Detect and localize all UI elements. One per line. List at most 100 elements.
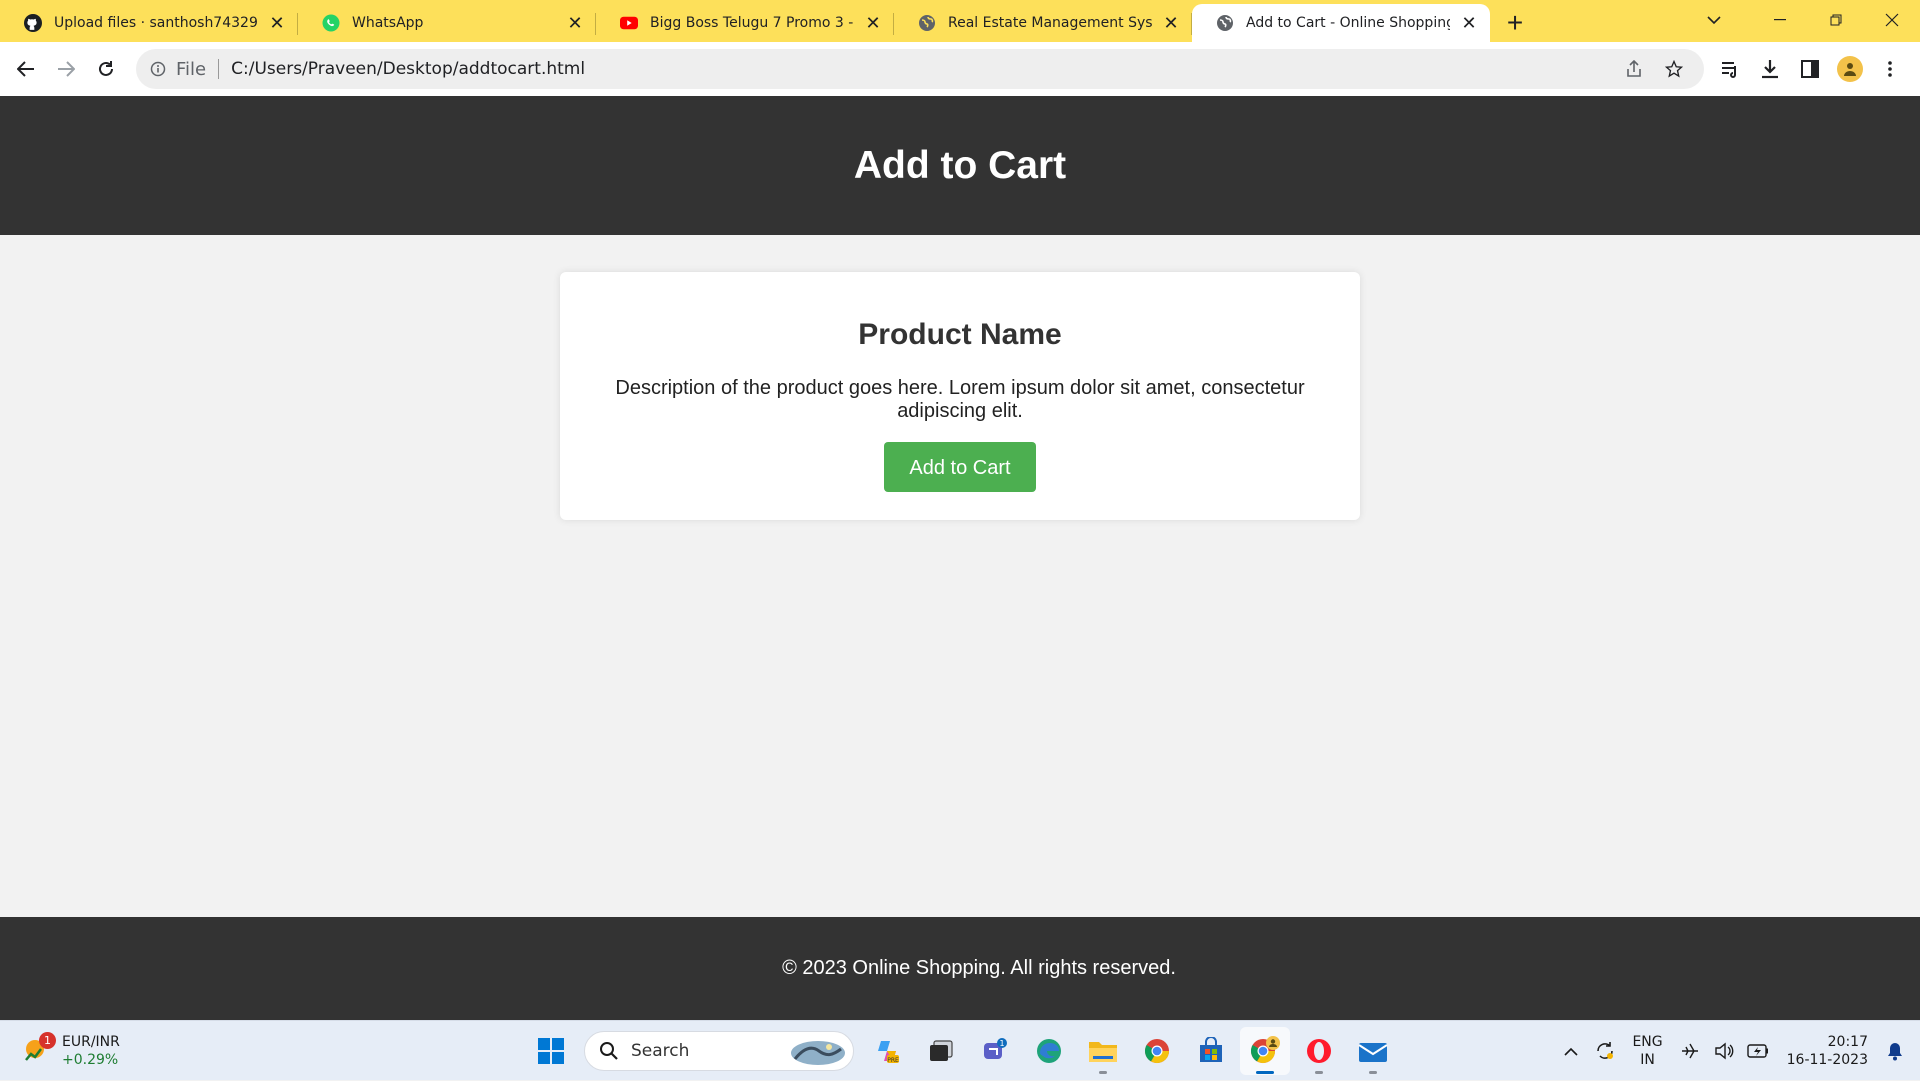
side-panel-button[interactable] xyxy=(1790,49,1830,89)
add-to-cart-button[interactable]: Add to Cart xyxy=(884,442,1036,492)
tab-search-button[interactable] xyxy=(1694,6,1734,34)
sync-icon xyxy=(1597,1042,1614,1059)
start-button[interactable] xyxy=(526,1027,576,1075)
tab-real-estate[interactable]: Real Estate Management System ✕ xyxy=(894,4,1192,42)
more-vert-icon xyxy=(1888,61,1892,77)
search-highlight-icon xyxy=(791,1041,845,1065)
time: 20:17 xyxy=(1827,1034,1868,1050)
plus-icon: + xyxy=(1506,7,1524,38)
tab-github[interactable]: Upload files · santhosh743294/C ✕ xyxy=(0,4,298,42)
chevron-up-icon xyxy=(1564,1047,1579,1056)
chrome-profile-app[interactable] xyxy=(1240,1027,1290,1075)
volume-icon xyxy=(1714,1042,1734,1060)
media-control-button[interactable] xyxy=(1710,49,1750,89)
file-explorer-icon xyxy=(1089,1042,1117,1062)
minimize-icon xyxy=(1774,19,1786,21)
menu-button[interactable] xyxy=(1870,49,1910,89)
page-footer: © 2023 Online Shopping. All rights reser… xyxy=(0,917,1920,1020)
airplane-icon xyxy=(1681,1043,1698,1059)
tab-add-to-cart[interactable]: Add to Cart - Online Shopping ✕ xyxy=(1192,4,1490,42)
airplane-mode-button[interactable] xyxy=(1673,1031,1707,1071)
tab-title: Add to Cart - Online Shopping xyxy=(1246,15,1450,31)
product-description: Description of the product goes here. Lo… xyxy=(615,377,1305,422)
close-icon[interactable]: ✕ xyxy=(1458,12,1480,34)
taskbar-apps: Search PRE 1 xyxy=(524,1027,1400,1075)
teams-icon: 1 xyxy=(984,1038,1007,1059)
reload-button[interactable] xyxy=(86,49,126,89)
product-card: Product Name Description of the product … xyxy=(560,272,1360,520)
teams-app[interactable]: 1 xyxy=(970,1027,1020,1075)
opera-app[interactable] xyxy=(1294,1027,1344,1075)
close-icon[interactable]: ✕ xyxy=(266,12,288,34)
restore-button[interactable] xyxy=(1808,0,1864,40)
chrome-profile-icon xyxy=(1250,1036,1280,1064)
close-window-button[interactable] xyxy=(1864,0,1920,40)
clock[interactable]: 20:17 16-11-2023 xyxy=(1787,1033,1868,1069)
search-label: Search xyxy=(631,1041,690,1061)
github-icon xyxy=(24,14,42,32)
mail-icon xyxy=(1358,1043,1388,1062)
copilot-app[interactable]: PRE xyxy=(862,1027,912,1075)
address-bar[interactable]: File C:/Users/Praveen/Desktop/addtocart.… xyxy=(136,49,1704,89)
new-tab-button[interactable]: + xyxy=(1494,4,1536,42)
globe-icon xyxy=(1216,14,1234,32)
running-indicator xyxy=(1099,1071,1107,1074)
running-indicator xyxy=(1369,1071,1377,1074)
share-button[interactable] xyxy=(1614,49,1654,89)
mail-app[interactable] xyxy=(1348,1027,1398,1075)
copilot-icon: PRE xyxy=(878,1041,899,1064)
scheme-label: File xyxy=(176,58,207,80)
running-indicator xyxy=(1315,1071,1323,1074)
svg-text:PRE: PRE xyxy=(887,1057,899,1064)
active-indicator xyxy=(1256,1071,1274,1074)
battery-charging-icon xyxy=(1746,1044,1768,1058)
notification-badge: 1 xyxy=(39,1032,56,1049)
notifications-button[interactable] xyxy=(1878,1031,1912,1071)
share-icon xyxy=(1627,60,1641,77)
download-icon xyxy=(1762,60,1778,79)
tab-title: Upload files · santhosh743294/C xyxy=(54,15,258,31)
date: 16-11-2023 xyxy=(1786,1052,1868,1068)
currency-change: +0.29% xyxy=(62,1052,119,1068)
forward-button[interactable] xyxy=(46,49,86,89)
edge-icon xyxy=(1037,1039,1061,1063)
url-text[interactable]: C:/Users/Praveen/Desktop/addtocart.html xyxy=(231,59,585,79)
teams-badge: 1 xyxy=(999,1039,1004,1048)
task-view-icon xyxy=(930,1040,953,1061)
task-view-app[interactable] xyxy=(916,1027,966,1075)
windows-taskbar: 1 EUR/INR +0.29% Search PRE 1 ENG IN 20:… xyxy=(0,1020,1920,1080)
sync-button[interactable] xyxy=(1588,1031,1622,1071)
weather-finance-widget[interactable]: 1 EUR/INR +0.29% xyxy=(20,1029,120,1073)
file-explorer-app[interactable] xyxy=(1078,1027,1128,1075)
downloads-button[interactable] xyxy=(1750,49,1790,89)
system-tray: ENG IN 20:17 16-11-2023 xyxy=(1554,1021,1920,1081)
close-icon[interactable]: ✕ xyxy=(1160,12,1182,34)
tab-whatsapp[interactable]: WhatsApp ✕ xyxy=(298,4,596,42)
info-icon[interactable] xyxy=(150,61,166,77)
close-icon xyxy=(1885,13,1899,27)
close-icon[interactable]: ✕ xyxy=(862,12,884,34)
person-icon xyxy=(1844,63,1856,76)
divider xyxy=(218,59,220,79)
bookmark-button[interactable] xyxy=(1654,49,1694,89)
currency-widget-icon: 1 xyxy=(20,1032,56,1066)
taskbar-search[interactable]: Search xyxy=(584,1031,854,1071)
close-icon[interactable]: ✕ xyxy=(564,12,586,34)
minimize-button[interactable] xyxy=(1752,0,1808,40)
store-app[interactable] xyxy=(1186,1027,1236,1075)
bell-icon xyxy=(1888,1043,1902,1061)
input-language[interactable]: ENG IN xyxy=(1632,1033,1662,1069)
region-code: IN xyxy=(1640,1052,1655,1068)
page-title: Add to Cart xyxy=(853,143,1067,187)
show-hidden-icons-button[interactable] xyxy=(1554,1031,1588,1071)
restore-icon xyxy=(1830,14,1842,26)
profile-button[interactable] xyxy=(1830,49,1870,89)
volume-button[interactable] xyxy=(1707,1031,1741,1071)
tab-youtube[interactable]: Bigg Boss Telugu 7 Promo 3 - Da ✕ xyxy=(596,4,894,42)
battery-button[interactable] xyxy=(1741,1031,1775,1071)
chrome-app[interactable] xyxy=(1132,1027,1182,1075)
edge-app[interactable] xyxy=(1024,1027,1074,1075)
whatsapp-icon xyxy=(322,14,340,32)
back-button[interactable] xyxy=(6,49,46,89)
language-code: ENG xyxy=(1632,1034,1663,1050)
